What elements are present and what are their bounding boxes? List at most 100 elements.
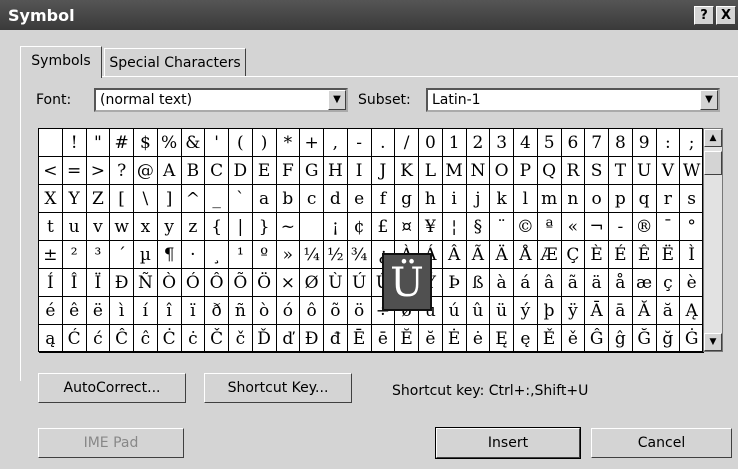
symbol-grid-scrollbar[interactable]: ▲ ▼ bbox=[703, 128, 723, 352]
symbol-cell[interactable]: v bbox=[86, 213, 111, 241]
symbol-cell[interactable]: Ć bbox=[62, 325, 87, 353]
symbol-cell[interactable]: ý bbox=[514, 297, 538, 325]
symbol-cell[interactable]: ¨ bbox=[490, 213, 514, 241]
symbol-cell[interactable]: y bbox=[157, 213, 182, 241]
symbol-cell[interactable]: l bbox=[514, 185, 538, 213]
symbol-cell[interactable]: Å bbox=[514, 241, 538, 269]
symbol-cell[interactable]: ă bbox=[656, 297, 681, 325]
symbol-cell[interactable]: à bbox=[490, 269, 514, 297]
symbol-cell[interactable]: 4 bbox=[514, 129, 538, 157]
symbol-cell[interactable]: q bbox=[632, 185, 657, 213]
symbol-cell[interactable]: @ bbox=[134, 157, 158, 185]
symbol-cell[interactable]: ¦ bbox=[442, 213, 467, 241]
symbol-cell[interactable]: ö bbox=[347, 297, 372, 325]
symbol-cell[interactable]: Ò bbox=[157, 269, 182, 297]
symbol-cell[interactable]: g bbox=[395, 185, 419, 213]
symbol-cell[interactable]: © bbox=[514, 213, 538, 241]
symbol-cell[interactable]: : bbox=[656, 129, 681, 157]
symbol-cell[interactable]: W bbox=[680, 157, 704, 185]
symbol-cell[interactable]: Č bbox=[205, 325, 229, 353]
symbol-cell[interactable]: T bbox=[609, 157, 633, 185]
symbol-cell[interactable]: - bbox=[347, 129, 372, 157]
symbol-cell[interactable]: č bbox=[229, 325, 253, 353]
symbol-cell[interactable]: ` bbox=[229, 185, 253, 213]
tab-symbols[interactable]: Symbols bbox=[20, 46, 102, 78]
symbol-cell[interactable]: » bbox=[276, 241, 301, 269]
symbol-cell[interactable]: ā bbox=[609, 297, 633, 325]
symbol-cell[interactable]: 7 bbox=[585, 129, 609, 157]
symbol-cell[interactable]: £ bbox=[371, 213, 396, 241]
symbol-cell[interactable]: Ă bbox=[632, 297, 657, 325]
symbol-cell[interactable]: ± bbox=[39, 241, 63, 269]
symbol-cell[interactable]: ¾ bbox=[347, 241, 372, 269]
symbol-cell[interactable]: Ê bbox=[632, 241, 657, 269]
symbol-cell[interactable]: é bbox=[39, 297, 63, 325]
symbol-cell[interactable]: ï bbox=[181, 297, 206, 325]
symbol-cell[interactable]: · bbox=[181, 241, 206, 269]
symbol-cell[interactable]: M bbox=[442, 157, 467, 185]
symbol-cell[interactable]: 1 bbox=[442, 129, 467, 157]
symbol-cell[interactable]: Ě bbox=[537, 325, 562, 353]
symbol-cell[interactable]: µ bbox=[134, 241, 158, 269]
symbol-cell[interactable]: a bbox=[252, 185, 277, 213]
symbol-cell[interactable]: Ġ bbox=[680, 325, 704, 353]
symbol-cell[interactable]: | bbox=[229, 213, 253, 241]
symbol-cell[interactable]: ¡ bbox=[324, 213, 348, 241]
symbol-cell[interactable]: b bbox=[276, 185, 301, 213]
symbol-cell[interactable]: ° bbox=[680, 213, 704, 241]
symbol-cell[interactable]: ë bbox=[86, 297, 111, 325]
symbol-cell[interactable]: ü bbox=[490, 297, 514, 325]
symbol-cell[interactable]: § bbox=[466, 213, 491, 241]
symbol-cell[interactable]: H bbox=[324, 157, 348, 185]
symbol-cell[interactable]: ¶ bbox=[157, 241, 182, 269]
subset-select[interactable]: Latin-1 ▼ bbox=[426, 88, 720, 112]
symbol-cell[interactable]: Ē bbox=[347, 325, 372, 353]
symbol-cell[interactable]: ç bbox=[656, 269, 681, 297]
symbol-cell[interactable]: t bbox=[39, 213, 63, 241]
symbol-cell[interactable]: * bbox=[276, 129, 301, 157]
symbol-cell[interactable]: × bbox=[276, 269, 301, 297]
symbol-cell[interactable]: 0 bbox=[419, 129, 443, 157]
symbol-cell[interactable]: ? bbox=[110, 157, 134, 185]
symbol-cell[interactable]: Ę bbox=[490, 325, 514, 353]
symbol-cell[interactable]: Ą bbox=[680, 297, 704, 325]
symbol-cell[interactable]: 3 bbox=[490, 129, 514, 157]
symbol-cell[interactable]: á bbox=[514, 269, 538, 297]
symbol-cell[interactable]: c bbox=[300, 185, 324, 213]
symbol-cell[interactable]: ¼ bbox=[300, 241, 324, 269]
symbol-cell[interactable]: Ĝ bbox=[585, 325, 609, 353]
symbol-cell[interactable]: ą bbox=[39, 325, 63, 353]
symbol-cell[interactable]: ] bbox=[157, 185, 182, 213]
symbol-cell[interactable]: Ğ bbox=[632, 325, 657, 353]
symbol-cell[interactable]: ÿ bbox=[561, 297, 586, 325]
symbol-cell[interactable]: Ė bbox=[442, 325, 467, 353]
symbol-cell[interactable]: Ù bbox=[324, 269, 348, 297]
symbol-cell[interactable]: A bbox=[157, 157, 182, 185]
symbol-cell[interactable]: ß bbox=[466, 269, 491, 297]
symbol-cell[interactable]: ³ bbox=[86, 241, 111, 269]
shortcut-key-button[interactable]: Shortcut Key... bbox=[204, 373, 352, 403]
scroll-down-icon[interactable]: ▼ bbox=[704, 333, 722, 351]
close-button[interactable]: X bbox=[716, 6, 736, 25]
symbol-cell[interactable] bbox=[39, 129, 63, 157]
symbol-cell[interactable]: æ bbox=[632, 269, 657, 297]
symbol-cell[interactable]: 6 bbox=[561, 129, 586, 157]
symbol-cell[interactable]: f bbox=[371, 185, 396, 213]
symbol-cell[interactable]: ¢ bbox=[347, 213, 372, 241]
symbol-cell[interactable]: É bbox=[609, 241, 633, 269]
symbol-cell[interactable]: e bbox=[347, 185, 372, 213]
symbol-cell[interactable]: å bbox=[609, 269, 633, 297]
symbol-cell[interactable]: % bbox=[157, 129, 182, 157]
symbol-cell[interactable]: Í bbox=[39, 269, 63, 297]
symbol-cell[interactable]: í bbox=[134, 297, 158, 325]
symbol-cell[interactable]: ě bbox=[561, 325, 586, 353]
symbol-cell[interactable]: E bbox=[252, 157, 277, 185]
symbol-cell[interactable]: ã bbox=[561, 269, 586, 297]
font-select[interactable]: (normal text) ▼ bbox=[94, 88, 348, 112]
chevron-down-icon[interactable]: ▼ bbox=[328, 90, 346, 110]
symbol-cell[interactable]: Q bbox=[537, 157, 562, 185]
symbol-cell[interactable]: ² bbox=[62, 241, 87, 269]
symbol-cell[interactable]: ĝ bbox=[609, 325, 633, 353]
symbol-cell[interactable]: Ĉ bbox=[110, 325, 134, 353]
symbol-cell[interactable]: ´ bbox=[110, 241, 134, 269]
